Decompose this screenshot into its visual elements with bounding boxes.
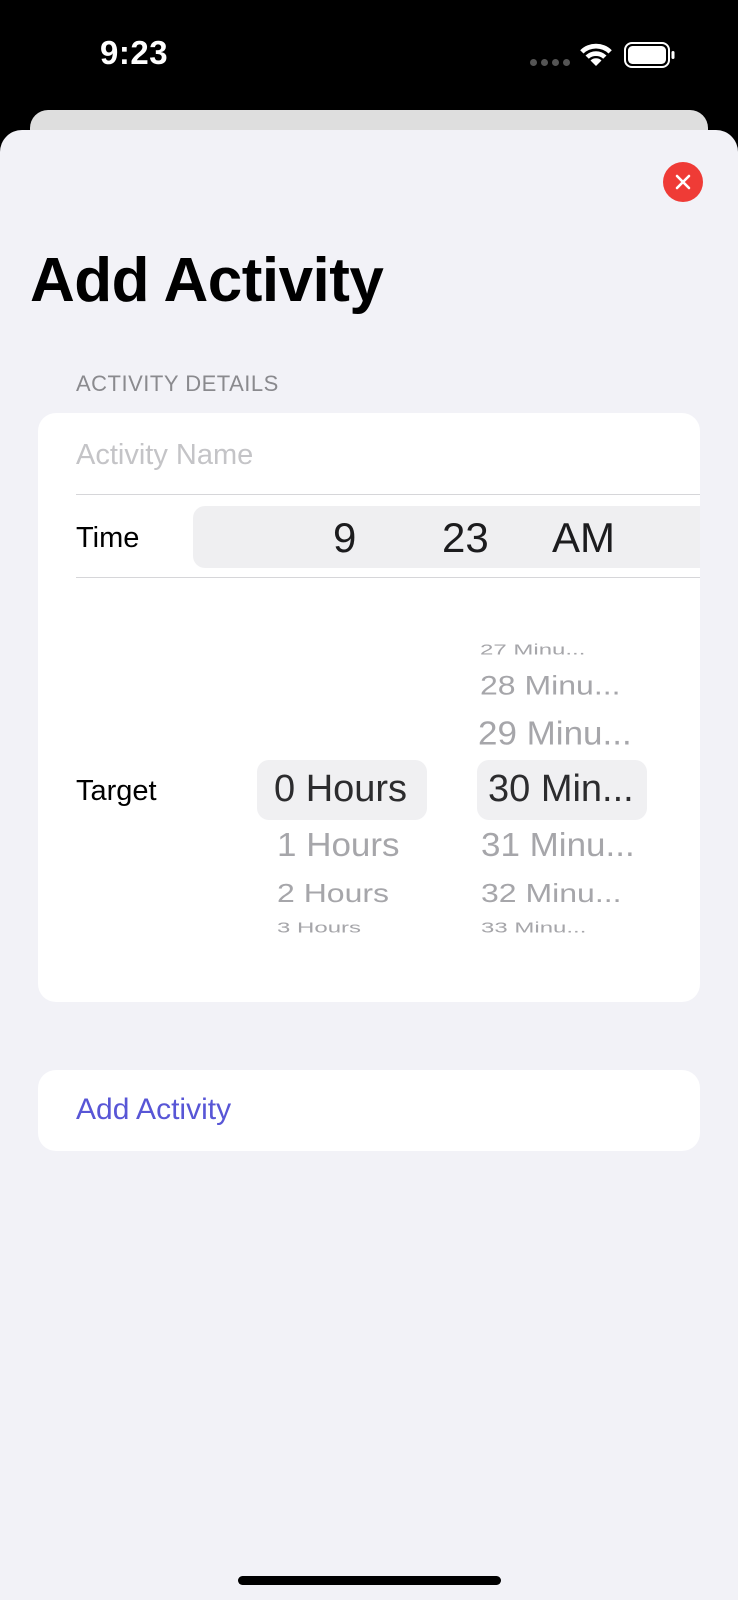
activity-name-input[interactable] bbox=[76, 430, 696, 480]
minutes-option[interactable]: 33 Minu... bbox=[481, 920, 586, 937]
activity-details-card bbox=[38, 413, 700, 1002]
time-label: Time bbox=[76, 522, 140, 554]
cellular-dots-icon bbox=[530, 59, 570, 66]
wifi-icon bbox=[580, 43, 612, 66]
time-picker[interactable]: 9 23 AM bbox=[193, 506, 700, 568]
target-label: Target bbox=[76, 775, 157, 807]
minutes-option[interactable]: 29 Minu... bbox=[478, 715, 632, 753]
minutes-option[interactable]: 27 Minu... bbox=[480, 642, 585, 659]
section-header: ACTIVITY DETAILS bbox=[76, 371, 279, 396]
minutes-option[interactable]: 32 Minu... bbox=[481, 879, 622, 909]
close-icon bbox=[675, 174, 691, 190]
divider bbox=[76, 577, 700, 578]
divider bbox=[76, 494, 700, 495]
hours-option[interactable]: 1 Hours bbox=[277, 827, 400, 865]
status-time: 9:23 bbox=[100, 34, 169, 71]
page-title: Add Activity bbox=[30, 246, 384, 315]
minutes-option[interactable]: 28 Minu... bbox=[480, 670, 621, 701]
time-period[interactable]: AM bbox=[552, 514, 615, 562]
minutes-option[interactable]: 31 Minu... bbox=[481, 827, 635, 865]
home-indicator bbox=[238, 1576, 501, 1585]
status-bar: 9:23 bbox=[0, 0, 738, 110]
minutes-selected[interactable]: 30 Min... bbox=[488, 768, 634, 811]
hours-selected[interactable]: 0 Hours bbox=[274, 768, 407, 811]
hours-option[interactable]: 2 Hours bbox=[277, 879, 389, 909]
time-minute[interactable]: 23 bbox=[442, 514, 489, 562]
hours-option[interactable]: 3 Hours bbox=[277, 920, 361, 937]
time-hour[interactable]: 9 bbox=[333, 514, 356, 562]
close-button[interactable] bbox=[663, 162, 703, 202]
battery-icon bbox=[624, 42, 675, 68]
add-activity-label[interactable]: Add Activity bbox=[76, 1093, 231, 1127]
